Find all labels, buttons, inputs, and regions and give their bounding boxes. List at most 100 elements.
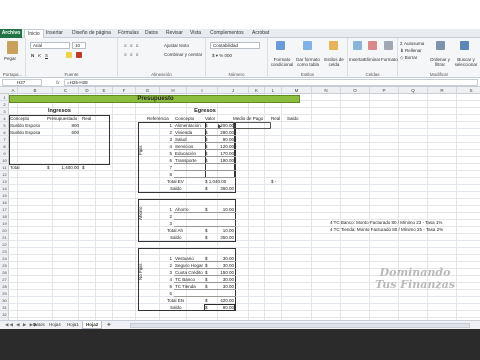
row-header[interactable]: 1 xyxy=(0,94,9,101)
fx-icon[interactable]: fx xyxy=(56,79,60,86)
cell-styles-button[interactable]: Estilos de celda xyxy=(322,57,346,67)
row-header[interactable]: 22 xyxy=(0,241,9,248)
column-header[interactable]: N xyxy=(312,87,341,94)
horizontal-scrollbar[interactable] xyxy=(130,323,470,328)
row-header[interactable]: 4 xyxy=(0,115,9,122)
column-header[interactable]: H xyxy=(160,87,187,94)
row-header[interactable]: 15 xyxy=(0,192,9,199)
fill-color-icon[interactable] xyxy=(66,52,72,58)
column-header[interactable]: D xyxy=(79,87,96,94)
column-header[interactable]: J xyxy=(218,87,249,94)
column-header[interactable]: O xyxy=(341,87,370,94)
insert-cells-icon[interactable] xyxy=(353,41,362,50)
insert-cells-button[interactable]: Insertar xyxy=(349,57,364,62)
column-header[interactable]: C xyxy=(53,87,79,94)
row-header[interactable]: 9 xyxy=(0,150,9,157)
row-header[interactable]: 13 xyxy=(0,178,9,185)
row-header[interactable]: 12 xyxy=(0,171,9,178)
column-header[interactable]: R xyxy=(428,87,457,94)
paste-button[interactable]: Pegar xyxy=(4,56,16,61)
row-header[interactable]: 23 xyxy=(0,248,9,255)
column-header[interactable]: K xyxy=(249,87,265,94)
spreadsheet-grid[interactable]: ABCDEFGHIJKLMNOPQRS 1 2 3 4 5 6 7 8 9 10 11 12 13 14 1… xyxy=(0,87,480,320)
clear-button[interactable]: ◇ Borrar xyxy=(400,55,417,60)
column-header[interactable]: Q xyxy=(399,87,428,94)
column-header[interactable]: P xyxy=(370,87,399,94)
sort-filter-icon[interactable] xyxy=(436,41,445,50)
tab-revisar[interactable]: Revisar xyxy=(166,29,183,38)
column-header[interactable]: A xyxy=(9,87,18,94)
sort-filter-button[interactable]: Ordenar y filtrar xyxy=(428,57,452,67)
name-box[interactable]: H27 xyxy=(2,79,42,86)
tab-formulas[interactable]: Fórmulas xyxy=(118,29,139,38)
column-header[interactable]: F xyxy=(113,87,136,94)
format-as-table-icon[interactable] xyxy=(303,41,312,50)
column-header[interactable]: S xyxy=(457,87,480,94)
paste-icon[interactable] xyxy=(7,41,18,54)
sheet-tab-hoja2[interactable]: Hoja2 xyxy=(82,321,103,329)
formula-input[interactable]: =H25-H28 xyxy=(64,79,478,86)
row-header[interactable]: 10 xyxy=(0,157,9,164)
delete-cells-icon[interactable] xyxy=(368,41,377,50)
column-header[interactable]: E xyxy=(96,87,113,94)
row-header[interactable]: 30 xyxy=(0,297,9,304)
row-header[interactable]: 27 xyxy=(0,276,9,283)
tab-insertar[interactable]: Insertar xyxy=(46,29,63,38)
column-header[interactable]: G xyxy=(136,87,160,94)
row-header[interactable]: 5 xyxy=(0,122,9,129)
row-header[interactable]: 21 xyxy=(0,234,9,241)
row-header[interactable]: 16 xyxy=(0,199,9,206)
row-header[interactable]: 17 xyxy=(0,206,9,213)
align-top-icon[interactable]: ≡ ≡ ≡ xyxy=(124,43,139,48)
insert-sheet-icon[interactable]: ✚ xyxy=(104,321,114,329)
delete-cells-button[interactable]: Eliminar xyxy=(364,57,380,62)
column-header[interactable]: M xyxy=(282,87,312,94)
cell-styles-icon[interactable] xyxy=(329,41,338,50)
file-tab[interactable]: Archivo xyxy=(0,29,22,38)
font-name-select[interactable]: Arial xyxy=(30,42,70,49)
currency-button[interactable]: $ ▾ % 000 xyxy=(212,53,232,58)
row-header[interactable]: 31 xyxy=(0,304,9,311)
row-header[interactable]: 19 xyxy=(0,220,9,227)
row-header[interactable]: 11 xyxy=(0,164,9,171)
column-header[interactable]: L xyxy=(265,87,282,94)
fill-button[interactable]: ⬇ Rellenar xyxy=(400,48,422,53)
tab-acrobat[interactable]: Acrobat xyxy=(252,29,269,38)
font-color-icon[interactable] xyxy=(76,52,82,58)
conditional-format-button[interactable]: Formato condicional xyxy=(270,57,294,67)
sheet-tab-hoja4[interactable]: Hoja4 xyxy=(46,321,64,329)
format-cells-icon[interactable] xyxy=(384,41,393,50)
bold-button[interactable]: N xyxy=(31,53,34,58)
tab-inicio[interactable]: Inicio xyxy=(24,29,44,38)
row-header[interactable]: 25 xyxy=(0,262,9,269)
underline-button[interactable]: S xyxy=(45,53,48,58)
row-header[interactable]: 32 xyxy=(0,311,9,318)
row-header[interactable]: 28 xyxy=(0,283,9,290)
row-header[interactable]: 18 xyxy=(0,213,9,220)
column-header[interactable]: B xyxy=(18,87,53,94)
tab-diseno-pagina[interactable]: Diseño de página xyxy=(72,29,111,38)
row-header[interactable]: 29 xyxy=(0,290,9,297)
format-as-table-button[interactable]: Dar formato como tabla xyxy=(295,57,321,67)
row-header[interactable]: 14 xyxy=(0,185,9,192)
wrap-text-button[interactable]: Ajustar texto xyxy=(164,43,189,48)
row-header[interactable]: 3 xyxy=(0,108,9,115)
autosum-button[interactable]: Σ Autosuma xyxy=(400,41,424,46)
row-header[interactable]: 8 xyxy=(0,143,9,150)
find-select-icon[interactable] xyxy=(460,41,469,50)
tab-complementos[interactable]: Complementos xyxy=(210,29,244,38)
format-cells-button[interactable]: Formato xyxy=(381,57,398,62)
row-header[interactable]: 7 xyxy=(0,136,9,143)
tab-datos[interactable]: Datos xyxy=(145,29,158,38)
number-format-select[interactable]: Contabilidad xyxy=(210,42,260,49)
find-select-button[interactable]: Buscar y seleccionar xyxy=(453,57,479,67)
row-header[interactable]: 2 xyxy=(0,101,9,108)
row-header[interactable]: 26 xyxy=(0,269,9,276)
italic-button[interactable]: K xyxy=(38,53,41,58)
row-header[interactable]: 6 xyxy=(0,129,9,136)
align-left-icon[interactable]: ≡ ≡ ≡ xyxy=(124,52,139,57)
row-header[interactable]: 20 xyxy=(0,227,9,234)
font-size-select[interactable]: 10 xyxy=(72,42,86,49)
conditional-format-icon[interactable] xyxy=(276,41,285,50)
sheet-tab-hoja1[interactable]: Hoja1 xyxy=(64,321,82,329)
